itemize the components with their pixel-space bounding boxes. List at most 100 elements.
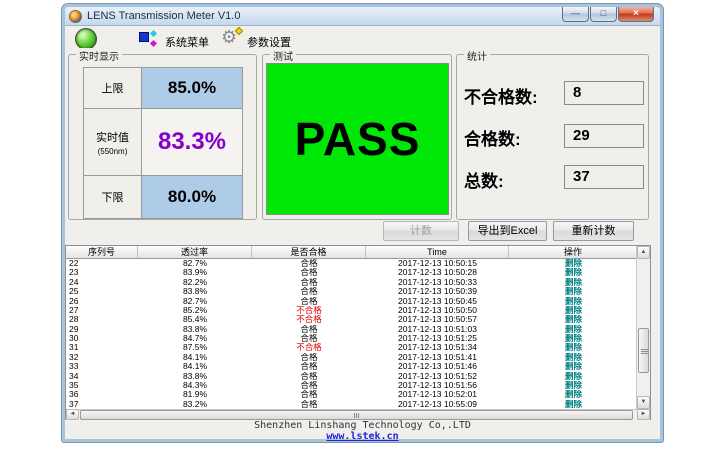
pass-count-value: 29 (564, 124, 644, 148)
recount-button[interactable]: 重新计数 (553, 221, 634, 241)
table-row[interactable]: 28 85.4% 不合格 2017-12-13 10:50:57 删除 (66, 315, 638, 324)
table-row[interactable]: 23 83.9% 合格 2017-12-13 10:50:28 删除 (66, 268, 638, 277)
horizontal-scroll-thumb[interactable] (80, 410, 633, 420)
cell-serial: 29 (66, 325, 138, 334)
count-button[interactable]: 计数 (383, 221, 459, 241)
header-transmittance[interactable]: 透过率 (138, 246, 252, 258)
app-icon (69, 10, 82, 23)
delete-link[interactable]: 删除 (509, 381, 638, 390)
cell-serial: 26 (66, 297, 138, 306)
header-result[interactable]: 是否合格 (252, 246, 366, 258)
cell-result: 合格 (252, 381, 366, 390)
cell-time: 2017-12-13 10:50:15 (366, 259, 509, 268)
close-icon: × (633, 8, 639, 19)
cell-time: 2017-12-13 10:50:39 (366, 287, 509, 296)
minimize-button[interactable]: — (562, 7, 589, 22)
website-link[interactable]: www.lstek.cn (65, 431, 660, 442)
export-excel-button[interactable]: 导出到Excel (468, 221, 547, 241)
current-value-label: 实时值 (550nm) (84, 109, 142, 175)
delete-link[interactable]: 删除 (509, 268, 638, 277)
cell-result: 合格 (252, 334, 366, 343)
cell-result: 不合格 (252, 315, 366, 324)
test-result-text: PASS (295, 112, 421, 166)
cell-serial: 30 (66, 334, 138, 343)
cell-result: 合格 (252, 268, 366, 277)
cell-serial: 22 (66, 259, 138, 268)
delete-link[interactable]: 删除 (509, 400, 638, 409)
upper-limit-label: 上限 (84, 68, 142, 108)
delete-link[interactable]: 删除 (509, 297, 638, 306)
maximize-button[interactable]: □ (590, 7, 617, 22)
close-button[interactable]: × (618, 7, 654, 22)
table-row[interactable]: 31 87.5% 不合格 2017-12-13 10:51:34 删除 (66, 343, 638, 352)
header-time[interactable]: Time (366, 246, 509, 258)
table-row[interactable]: 37 83.2% 合格 2017-12-13 10:55:09 删除 (66, 400, 638, 409)
scroll-right-icon[interactable]: ► (637, 409, 650, 420)
delete-link[interactable]: 删除 (509, 306, 638, 315)
cell-transmittance: 84.1% (138, 362, 252, 371)
cell-time: 2017-12-13 10:51:25 (366, 334, 509, 343)
table-row[interactable]: 30 84.7% 合格 2017-12-13 10:51:25 删除 (66, 334, 638, 343)
cell-result: 合格 (252, 278, 366, 287)
delete-link[interactable]: 删除 (509, 372, 638, 381)
table-row[interactable]: 34 83.8% 合格 2017-12-13 10:51:52 删除 (66, 372, 638, 381)
total-count-value: 37 (564, 165, 644, 189)
delete-link[interactable]: 删除 (509, 278, 638, 287)
cell-transmittance: 84.1% (138, 353, 252, 362)
fail-count-label: 不合格数: (464, 83, 538, 108)
header-serial[interactable]: 序列号 (66, 246, 138, 258)
table-row[interactable]: 27 85.2% 不合格 2017-12-13 10:50:50 删除 (66, 306, 638, 315)
cell-transmittance: 82.2% (138, 278, 252, 287)
cell-transmittance: 84.3% (138, 381, 252, 390)
stats-group: 统计 不合格数: 8 合格数: 29 总数: 37 (456, 54, 649, 220)
cell-serial: 35 (66, 381, 138, 390)
cell-time: 2017-12-13 10:50:33 (366, 278, 509, 287)
cell-transmittance: 83.9% (138, 268, 252, 277)
table-row[interactable]: 26 82.7% 合格 2017-12-13 10:50:45 删除 (66, 297, 638, 306)
scroll-up-icon[interactable]: ▲ (637, 246, 650, 259)
header-operation[interactable]: 操作 (509, 246, 638, 258)
cell-result: 合格 (252, 400, 366, 409)
horizontal-scrollbar[interactable]: ◄ ► (66, 409, 650, 420)
delete-link[interactable]: 删除 (509, 325, 638, 334)
cell-transmittance: 85.2% (138, 306, 252, 315)
cell-time: 2017-12-13 10:50:45 (366, 297, 509, 306)
cell-result: 合格 (252, 325, 366, 334)
system-menu-icon[interactable] (139, 31, 157, 47)
cell-serial: 36 (66, 390, 138, 399)
delete-link[interactable]: 删除 (509, 343, 638, 352)
delete-link[interactable]: 删除 (509, 259, 638, 268)
table-row[interactable]: 29 83.8% 合格 2017-12-13 10:51:03 删除 (66, 325, 638, 334)
delete-link[interactable]: 删除 (509, 390, 638, 399)
scroll-left-icon[interactable]: ◄ (66, 409, 79, 420)
table-row[interactable]: 24 82.2% 合格 2017-12-13 10:50:33 删除 (66, 278, 638, 287)
system-menu-button[interactable]: 系统菜单 (165, 34, 209, 50)
table-row[interactable]: 25 83.8% 合格 2017-12-13 10:50:39 删除 (66, 287, 638, 296)
table-row[interactable]: 22 82.7% 合格 2017-12-13 10:50:15 删除 (66, 259, 638, 268)
cell-serial: 31 (66, 343, 138, 352)
vertical-scrollbar[interactable]: ▲ ▼ (636, 246, 650, 409)
cell-serial: 37 (66, 400, 138, 409)
table-row[interactable]: 32 84.1% 合格 2017-12-13 10:51:41 删除 (66, 353, 638, 362)
scroll-down-icon[interactable]: ▼ (637, 396, 650, 409)
delete-link[interactable]: 删除 (509, 362, 638, 371)
cell-result: 合格 (252, 390, 366, 399)
delete-link[interactable]: 删除 (509, 315, 638, 324)
cell-time: 2017-12-13 10:52:01 (366, 390, 509, 399)
delete-link[interactable]: 删除 (509, 334, 638, 343)
cell-result: 合格 (252, 287, 366, 296)
delete-link[interactable]: 删除 (509, 287, 638, 296)
table-row[interactable]: 36 81.9% 合格 2017-12-13 10:52:01 删除 (66, 390, 638, 399)
cell-time: 2017-12-13 10:51:56 (366, 381, 509, 390)
delete-link[interactable]: 删除 (509, 353, 638, 362)
table-row[interactable]: 35 84.3% 合格 2017-12-13 10:51:56 删除 (66, 381, 638, 390)
table-row[interactable]: 33 84.1% 合格 2017-12-13 10:51:46 删除 (66, 362, 638, 371)
vertical-scroll-thumb[interactable] (638, 328, 649, 373)
title-bar[interactable]: LENS Transmission Meter V1.0 — □ × (65, 7, 660, 26)
cell-transmittance: 83.8% (138, 287, 252, 296)
cell-transmittance: 82.7% (138, 259, 252, 268)
upper-limit-value: 85.0% (142, 68, 242, 108)
cell-transmittance: 85.4% (138, 315, 252, 324)
test-group: 测试 PASS (262, 54, 452, 220)
cell-result: 不合格 (252, 343, 366, 352)
